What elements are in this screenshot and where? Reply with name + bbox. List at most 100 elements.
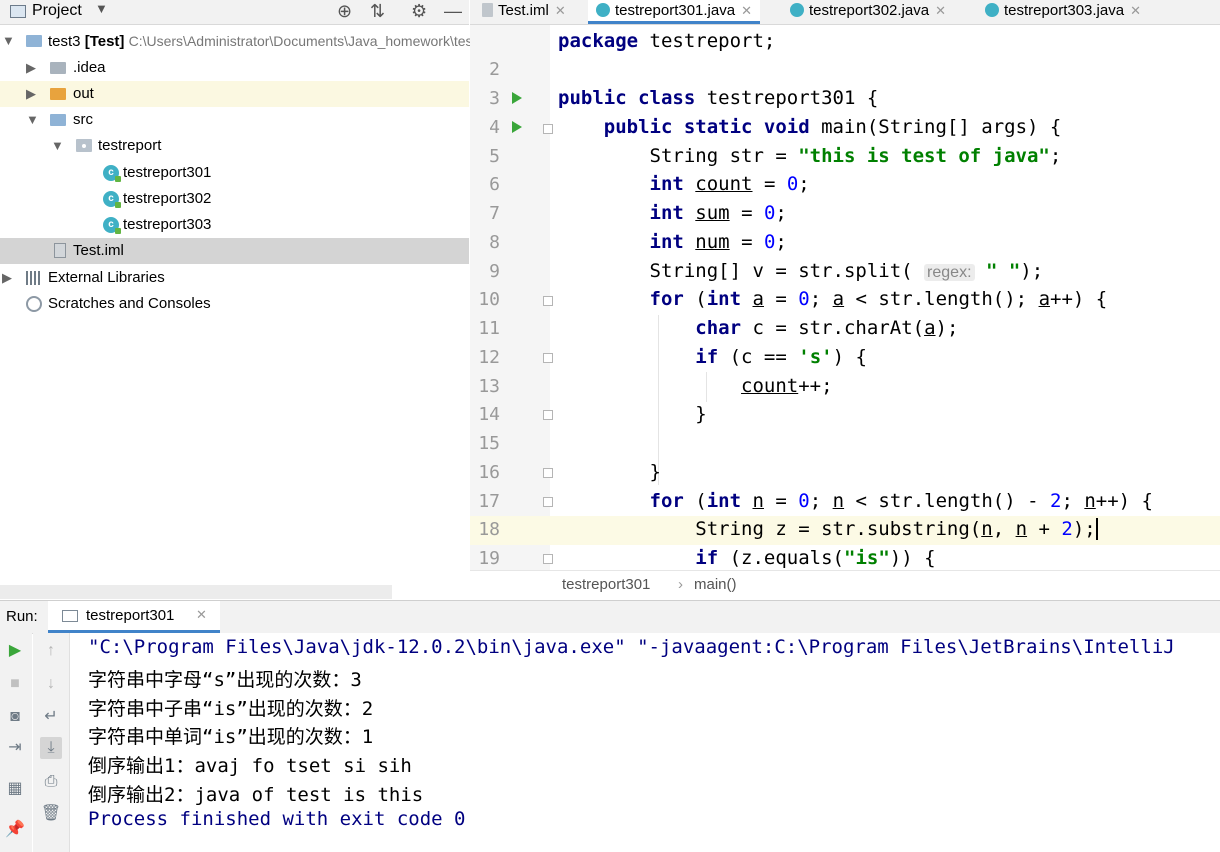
stop-icon[interactable]: ■ [4,673,26,695]
locate-icon[interactable]: ⊕ [337,1,352,22]
fold-marker-icon[interactable] [543,296,553,306]
tab-testreport301[interactable]: testreport301.java ✕ [588,0,760,24]
code-line: if (c == 's') { [695,346,867,368]
fold-marker-icon[interactable] [543,468,553,478]
line-number: 4 [489,117,500,138]
tree-item-out[interactable]: ▶ out [0,81,469,107]
line-number: 13 [478,376,500,397]
tree-item-test-iml[interactable]: Test.iml [0,238,469,264]
indent-guide [658,315,659,485]
line-number: 11 [478,318,500,339]
tree-label: testreport302 [123,190,212,207]
chevron-right-icon[interactable]: ▶ [2,265,12,291]
fold-marker-icon[interactable] [543,410,553,420]
horizontal-scrollbar[interactable] [0,585,392,599]
tree-item-testreport302[interactable]: c testreport302 [0,186,469,212]
tree-item-src[interactable]: ▼ src [0,107,469,133]
tree-item-testreport[interactable]: ▼ testreport [0,133,469,159]
module-folder-icon [26,35,42,47]
run-tab[interactable]: testreport301 ✕ [48,601,220,633]
fold-marker-icon[interactable] [543,353,553,363]
tree-item-testreport301[interactable]: c testreport301 [0,160,469,186]
tree-item-test3[interactable]: ▼ test3 [Test] C:\Users\Administrator\Do… [0,28,484,54]
breadcrumb-method[interactable]: main() [694,576,737,593]
console-line: "C:\Program Files\Java\jdk-12.0.2\bin\ja… [88,636,1175,658]
fold-marker-icon[interactable] [543,554,553,564]
console-line: 字符串中单词“is”出现的次数：1 [88,726,374,748]
tab-testreport302[interactable]: testreport302.java ✕ [790,0,946,24]
code-line: if (z.equals("is")) { [695,547,936,569]
chevron-down-icon[interactable]: ▼ [51,133,64,159]
tab-test-iml[interactable]: Test.iml ✕ [482,0,566,24]
console-line: Process finished with exit code 0 [88,808,466,830]
tab-testreport303[interactable]: testreport303.java ✕ [985,0,1141,24]
tree-item-external-libraries[interactable]: ▶ External Libraries [0,265,469,291]
run-gutter-icon[interactable] [512,92,522,104]
console-line: 字符串中子串“is”出现的次数：2 [88,698,374,720]
fold-marker-icon[interactable] [543,497,553,507]
run-panel-label: Run: [6,608,38,625]
chevron-down-icon[interactable]: ▼ [26,107,39,133]
text-caret [1095,518,1098,540]
chevron-down-icon[interactable]: ▼ [2,28,15,54]
rerun-icon[interactable]: ▶ [4,640,26,662]
line-number: 16 [478,462,500,483]
tree-item-idea[interactable]: ▶ .idea [0,55,469,81]
code-line: } [558,403,707,425]
layout-icon[interactable]: ▦ [4,778,26,800]
tree-item-testreport303[interactable]: c testreport303 [0,212,469,238]
tab-label: testreport301.java [615,2,736,19]
fold-marker-icon[interactable] [543,124,553,134]
login-icon[interactable]: ⇥ [4,737,26,759]
arrow-up-icon[interactable]: ↑ [40,640,62,662]
tree-item-scratches[interactable]: Scratches and Consoles [0,291,469,317]
project-pane-header: Project ▼ ⊕ ⇅ ⚙ — [0,0,469,25]
run-toolbar-left: ▶ ■ ◙ ⇥ ▦ 📌 [0,633,32,852]
gear-icon[interactable]: ⚙ [411,1,427,22]
console-icon [62,610,78,622]
soft-wrap-icon[interactable]: ↵ [40,706,62,728]
console-line: 倒序输出1：avaj fo tset si sih [88,755,412,777]
java-class-icon: c [103,165,121,182]
chevron-right-icon[interactable]: ▶ [26,55,36,81]
line-number: 10 [478,289,500,310]
line-number: 14 [478,404,500,425]
print-icon[interactable]: ⎙ [40,771,62,793]
project-pane-title[interactable]: Project [32,2,82,20]
trash-icon[interactable]: 🗑 [40,803,62,825]
line-number: 7 [489,203,500,224]
scratches-icon [26,296,42,312]
tree-label: test3 [48,33,81,50]
code-line: package testreport; [558,30,776,52]
close-icon[interactable]: ✕ [196,607,207,623]
close-icon[interactable]: ✕ [555,3,566,18]
arrow-down-icon[interactable]: ↓ [40,673,62,695]
line-number: 8 [489,232,500,253]
code-line: int num = 0; [649,231,787,253]
close-icon[interactable]: ✕ [935,3,946,18]
breadcrumb-class[interactable]: testreport301 [562,576,650,593]
run-gutter-icon[interactable] [512,121,522,133]
tab-label: testreport302.java [809,2,930,19]
chevron-right-icon[interactable]: ▶ [26,81,36,107]
project-path: C:\Users\Administrator\Documents\Java_ho… [128,33,485,49]
scroll-to-end-icon[interactable]: ⤓ [40,737,62,759]
tree-label: testreport303 [123,216,212,233]
code-line: String z = str.substring(n, n + 2); [558,518,1098,540]
console-line: 倒序输出2：java of test is this [88,784,424,806]
java-class-icon: c [103,217,121,234]
line-number: 3 [489,88,500,109]
pin-icon[interactable]: 📌 [4,819,26,841]
code-line: int sum = 0; [649,202,787,224]
camera-icon[interactable]: ◙ [4,706,26,728]
close-icon[interactable]: ✕ [1130,3,1141,18]
chevron-down-icon[interactable]: ▼ [95,1,108,16]
breadcrumb: testreport301 › main() [470,570,1220,599]
parameter-hint: regex: [924,264,975,281]
minimize-icon[interactable]: — [444,1,462,22]
code-line: for (int a = 0; a < str.length(); a++) { [649,288,1108,310]
close-icon[interactable]: ✕ [741,3,752,18]
java-class-icon [596,3,610,17]
iml-file-icon [54,243,66,258]
collapse-all-icon[interactable]: ⇅ [370,1,385,22]
